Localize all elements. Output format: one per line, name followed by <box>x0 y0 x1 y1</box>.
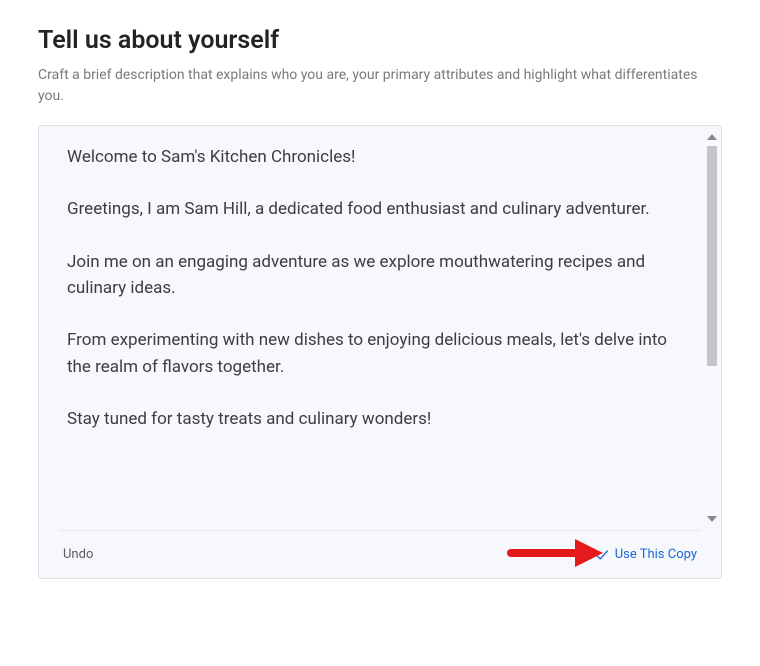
arrow-annotation-icon <box>507 533 603 577</box>
chevron-down-icon <box>707 516 717 522</box>
scrollbar[interactable] <box>703 126 721 530</box>
scroll-thumb[interactable] <box>707 146 717 366</box>
scroll-down-button[interactable] <box>703 512 721 526</box>
check-icon <box>595 548 609 562</box>
scroll-up-button[interactable] <box>703 130 721 144</box>
description-card: Welcome to Sam's Kitchen Chronicles! Gre… <box>38 125 722 579</box>
page-subtitle: Craft a brief description that explains … <box>38 65 708 107</box>
description-paragraph: Greetings, I am Sam Hill, a dedicated fo… <box>67 196 681 222</box>
description-paragraph: From experimenting with new dishes to en… <box>67 327 681 380</box>
use-this-copy-label: Use This Copy <box>615 547 697 562</box>
description-textarea[interactable]: Welcome to Sam's Kitchen Chronicles! Gre… <box>39 126 703 530</box>
card-footer: Undo Use This Copy <box>59 530 701 578</box>
description-paragraph: Stay tuned for tasty treats and culinary… <box>67 406 681 432</box>
description-paragraph: Welcome to Sam's Kitchen Chronicles! <box>67 144 681 170</box>
text-scroll-wrapper: Welcome to Sam's Kitchen Chronicles! Gre… <box>39 126 721 530</box>
page-title: Tell us about yourself <box>38 26 722 55</box>
use-this-copy-button[interactable]: Use This Copy <box>595 547 697 562</box>
undo-button[interactable]: Undo <box>63 547 93 562</box>
chevron-up-icon <box>707 134 717 140</box>
description-paragraph: Join me on an engaging adventure as we e… <box>67 249 681 302</box>
